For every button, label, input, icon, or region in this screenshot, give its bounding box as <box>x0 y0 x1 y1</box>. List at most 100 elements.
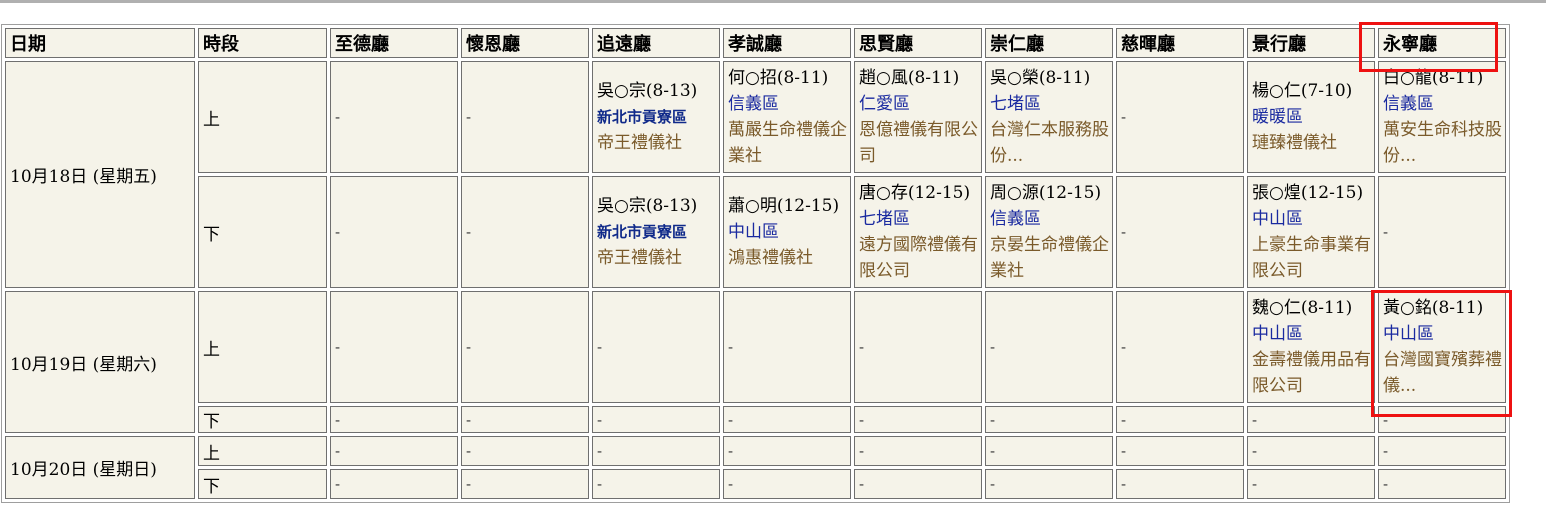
booking-company: 鴻惠禮儀社 <box>728 248 813 268</box>
table-row: 下--------- <box>5 406 1506 433</box>
booking-entry: 何○招(8-11) 信義區 萬嚴生命禮儀企業社 <box>728 65 850 169</box>
empty-cell: - <box>592 291 720 403</box>
booking-person: 張○煌(12-15) <box>1252 183 1364 203</box>
empty-cell: - <box>330 436 458 466</box>
booking-entry: 楊○仁(7-10) 暖暖區璉臻禮儀社 <box>1252 78 1374 156</box>
booking-cell[interactable]: 何○招(8-11) 信義區 萬嚴生命禮儀企業社 <box>723 61 851 173</box>
header-hall-cihui: 慈暉廳 <box>1116 28 1244 58</box>
booking-entry: 白○龍(8-11) 信義區 萬安生命科技股份... <box>1383 65 1505 169</box>
empty-cell: - <box>1116 436 1244 466</box>
empty-cell: - <box>723 406 851 433</box>
date-cell: 10月20日 (星期日) <box>5 436 195 499</box>
empty-cell: - <box>461 61 589 173</box>
booking-entry: 吳○宗(8-13) 新北市貢寮區 帝王禮儀社 <box>597 193 719 271</box>
period-cell: 上 <box>198 436 327 466</box>
empty-cell: - <box>1116 176 1244 288</box>
booking-person: 黃○銘(8-11) <box>1383 298 1484 318</box>
empty-cell: - <box>461 436 589 466</box>
booking-cell[interactable]: 唐○存(12-15) 七堵區 遠方國際禮儀有限公司 <box>854 176 982 288</box>
booking-cell[interactable]: 吳○宗(8-13) 新北市貢寮區 帝王禮儀社 <box>592 176 720 288</box>
booking-district: 新北市貢寮區 <box>597 108 688 126</box>
booking-district: 七堵區 <box>859 209 910 229</box>
booking-entry: 趙○風(8-11) 仁愛區 恩億禮儀有限公司 <box>859 65 981 169</box>
empty-cell: - <box>330 176 458 288</box>
empty-cell: - <box>1116 61 1244 173</box>
booking-person: 何○招(8-11) <box>728 68 829 88</box>
empty-cell: - <box>723 469 851 499</box>
empty-cell: - <box>1116 291 1244 403</box>
table-row: 下--------- <box>5 469 1506 499</box>
empty-cell: - <box>1116 469 1244 499</box>
empty-cell: - <box>854 406 982 433</box>
booking-entry: 張○煌(12-15) 中山區 上豪生命事業有限公司 <box>1252 180 1374 284</box>
booking-entry: 唐○存(12-15) 七堵區 遠方國際禮儀有限公司 <box>859 180 981 284</box>
booking-person: 周○源(12-15) <box>990 183 1102 203</box>
booking-company: 金壽禮儀用品有限公司 <box>1252 350 1371 396</box>
booking-district: 信義區 <box>728 94 779 114</box>
empty-cell: - <box>1247 469 1375 499</box>
empty-cell: - <box>592 469 720 499</box>
booking-person: 蕭○明(12-15) <box>728 196 840 216</box>
booking-person: 吳○榮(8-11) <box>990 68 1091 88</box>
empty-cell: - <box>592 436 720 466</box>
booking-entry: 蕭○明(12-15) 中山區鴻惠禮儀社 <box>728 193 850 271</box>
booking-person: 魏○仁(8-11) <box>1252 298 1353 318</box>
booking-cell[interactable]: 楊○仁(7-10) 暖暖區璉臻禮儀社 <box>1247 61 1375 173</box>
booking-cell[interactable]: 張○煌(12-15) 中山區 上豪生命事業有限公司 <box>1247 176 1375 288</box>
booking-company: 恩億禮儀有限公司 <box>859 120 978 166</box>
booking-company: 帝王禮儀社 <box>597 248 682 268</box>
booking-district: 仁愛區 <box>859 94 910 114</box>
date-cell: 10月19日 (星期六) <box>5 291 195 433</box>
period-cell: 下 <box>198 406 327 433</box>
empty-cell: - <box>985 436 1113 466</box>
empty-cell: - <box>330 406 458 433</box>
booking-company: 帝王禮儀社 <box>597 133 682 153</box>
empty-cell: - <box>461 291 589 403</box>
booking-company: 遠方國際禮儀有限公司 <box>859 235 978 281</box>
booking-company: 璉臻禮儀社 <box>1252 133 1337 153</box>
booking-cell[interactable]: 周○源(12-15) 信義區京晏生命禮儀企業社 <box>985 176 1113 288</box>
booking-district: 中山區 <box>728 222 779 242</box>
date-cell: 10月18日 (星期五) <box>5 61 195 288</box>
booking-entry: 黃○銘(8-11) 中山區台灣國寶殯葬禮儀... <box>1383 295 1505 399</box>
empty-cell: - <box>985 469 1113 499</box>
empty-cell: - <box>723 291 851 403</box>
empty-cell: - <box>1378 406 1506 433</box>
booking-district: 中山區 <box>1252 324 1303 344</box>
header-hall-huaien: 懷恩廳 <box>461 28 589 58</box>
booking-cell[interactable]: 趙○風(8-11) 仁愛區 恩億禮儀有限公司 <box>854 61 982 173</box>
header-date: 日期 <box>5 28 195 58</box>
header-hall-chongren: 崇仁廳 <box>985 28 1113 58</box>
period-cell: 下 <box>198 176 327 288</box>
booking-cell[interactable]: 白○龍(8-11) 信義區 萬安生命科技股份... <box>1378 61 1506 173</box>
booking-cell[interactable]: 吳○榮(8-11) 七堵區 台灣仁本服務股份... <box>985 61 1113 173</box>
booking-cell[interactable]: 蕭○明(12-15) 中山區鴻惠禮儀社 <box>723 176 851 288</box>
booking-district: 中山區 <box>1252 209 1303 229</box>
booking-entry: 魏○仁(8-11) 中山區金壽禮儀用品有限公司 <box>1252 295 1374 399</box>
empty-cell: - <box>330 291 458 403</box>
empty-cell: - <box>1247 406 1375 433</box>
booking-cell[interactable]: 吳○宗(8-13) 新北市貢寮區 帝王禮儀社 <box>592 61 720 173</box>
booking-cell[interactable]: 魏○仁(8-11) 中山區金壽禮儀用品有限公司 <box>1247 291 1375 403</box>
table-row: 10月19日 (星期六) 上 - - - - - - - 魏○仁(8-11) 中山區 金壽禮儀用品有限… <box>5 291 1506 433</box>
booking-company: 萬安生命科技股份... <box>1383 120 1502 166</box>
table-row: 10月20日 (星期日) 上 - - - - - - - - - <box>5 436 1506 499</box>
empty-cell: - <box>854 291 982 403</box>
booking-company: 京晏生命禮儀企業社 <box>990 235 1109 281</box>
header-hall-zhide: 至德廳 <box>330 28 458 58</box>
booking-district: 中山區 <box>1383 324 1434 344</box>
header-row: 日期 時段 至德廳 懷恩廳 追遠廳 孝誠廳 思賢廳 崇仁廳 慈暉廳 景行廳 永寧… <box>5 28 1506 58</box>
booking-company: 台灣國寶殯葬禮儀... <box>1383 350 1502 396</box>
top-border <box>0 0 1546 3</box>
empty-cell: - <box>1116 406 1244 433</box>
header-hall-yongning: 永寧廳 <box>1378 28 1506 58</box>
booking-person: 楊○仁(7-10) <box>1252 81 1353 101</box>
booking-cell[interactable]: 黃○銘(8-11) 中山區台灣國寶殯葬禮儀... <box>1378 291 1506 403</box>
booking-entry: 周○源(12-15) 信義區京晏生命禮儀企業社 <box>990 180 1112 284</box>
booking-district: 暖暖區 <box>1252 107 1303 127</box>
booking-district: 信義區 <box>990 209 1041 229</box>
empty-cell: - <box>1378 436 1506 466</box>
empty-cell: - <box>461 469 589 499</box>
empty-cell: - <box>723 436 851 466</box>
table-row: 下 - - 吳○宗(8-13) 新北市貢寮區 帝王禮儀社 蕭○明(12-15) 中山區 鴻惠禮儀… <box>5 176 1506 288</box>
